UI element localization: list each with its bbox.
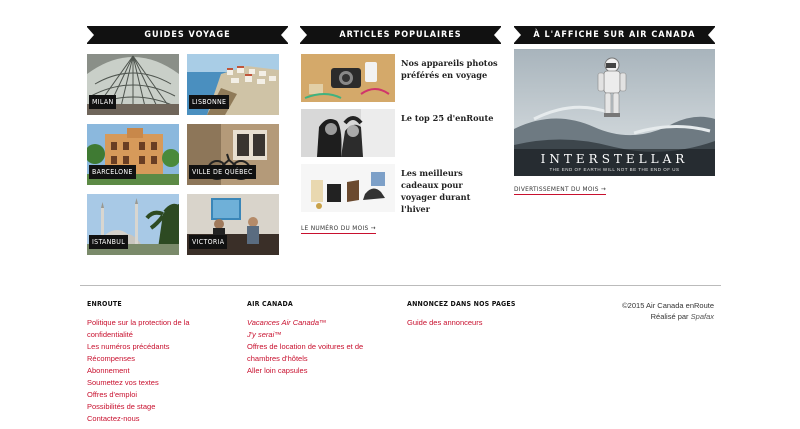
realise-par: Réalisé par Spafax — [622, 311, 714, 322]
article-thumb-camera — [301, 54, 395, 102]
divertissement-link[interactable]: DIVERTISSEMENT DU MOIS → — [514, 185, 607, 195]
guide-label-istanbul: ISTANBUL — [89, 235, 129, 249]
copyright-text: ©2015 Air Canada enRoute — [622, 301, 714, 310]
article-title-cadeaux[interactable]: Les meilleurs cadeaux pour voyager duran… — [401, 167, 501, 215]
article-title-appareils[interactable]: Nos appareils photos préférés en voyage — [401, 57, 501, 81]
article-item-cadeaux[interactable]: Les meilleurs cadeaux pour voyager duran… — [301, 164, 501, 215]
guide-label-lisbonne: LISBONNE — [189, 95, 230, 109]
footer-link-capsules[interactable]: Aller loin capsules — [247, 365, 377, 377]
footer-heading-annoncez: ANNONCEZ DANS NOS PAGES — [407, 300, 516, 308]
interstellar-poster[interactable]: INTERSTELLAR THE END OF EARTH WILL NOT B… — [514, 49, 715, 176]
footer-link-confidentialite[interactable]: Politique sur la protection de la confid… — [87, 317, 212, 341]
footer-link-stage[interactable]: Possibilités de stage — [87, 401, 212, 413]
article-thumb-couple — [301, 109, 395, 157]
footer-link-contact[interactable]: Contactez-nous — [87, 413, 212, 425]
footer-link-location[interactable]: Offres de location de voitures et de cha… — [247, 341, 377, 365]
guide-tile-milan[interactable]: MILAN — [87, 54, 179, 115]
footer-link-recompenses[interactable]: Récompenses — [87, 353, 212, 365]
footer-copyright: ©2015 Air Canada enRoute Réalisé par Spa… — [622, 300, 714, 322]
footer-divider — [80, 285, 721, 286]
poster-title: INTERSTELLAR — [540, 152, 689, 166]
guide-tile-barcelone[interactable]: BARCELONE — [87, 124, 179, 185]
footer-link-vacances[interactable]: Vacances Air Canada™ — [247, 317, 377, 329]
guide-tile-quebec[interactable]: VILLE DE QUÉBEC — [187, 124, 279, 185]
affiche-heading: À L'AFFICHE SUR AIR CANADA — [513, 26, 716, 44]
article-item-appareils[interactable]: Nos appareils photos préférés en voyage — [301, 54, 501, 102]
guide-tile-istanbul[interactable]: ISTANBUL — [87, 194, 179, 255]
footer-col-enroute: ENROUTE Politique sur la protection de l… — [87, 300, 212, 425]
numero-du-mois-link[interactable]: LE NUMÉRO DU MOIS → — [301, 224, 376, 234]
footer-link-abonnement[interactable]: Abonnement — [87, 365, 212, 377]
footer-col-aircanada: AIR CANADA Vacances Air Canada™ J'y sera… — [247, 300, 377, 377]
guide-label-quebec: VILLE DE QUÉBEC — [189, 165, 256, 179]
guide-label-victoria: VICTORIA — [189, 235, 228, 249]
guide-tile-lisbonne[interactable]: LISBONNE — [187, 54, 279, 115]
guides-voyage-heading: GUIDES VOYAGE — [86, 26, 289, 44]
realise-prefix: Réalisé par — [650, 312, 689, 321]
article-thumb-gifts — [301, 164, 395, 212]
guide-tile-victoria[interactable]: VICTORIA — [187, 194, 279, 255]
footer-link-jyserai[interactable]: J'y serai™ — [247, 329, 377, 341]
footer-col-annoncez: ANNONCEZ DANS NOS PAGES Guide des annonc… — [407, 300, 537, 329]
footer-heading-enroute: ENROUTE — [87, 300, 122, 308]
article-item-top25[interactable]: Le top 25 d'enRoute — [301, 109, 501, 157]
spafax-link[interactable]: Spafax — [691, 312, 714, 321]
articles-populaires-heading: ARTICLES POPULAIRES — [299, 26, 502, 44]
guide-label-milan: MILAN — [89, 95, 117, 109]
footer-link-soumettez[interactable]: Soumettez vos textes — [87, 377, 212, 389]
footer-heading-aircanada: AIR CANADA — [247, 300, 293, 308]
poster-tagline: THE END OF EARTH WILL NOT BE THE END OF … — [549, 167, 680, 172]
guide-label-barcelone: BARCELONE — [89, 165, 136, 179]
footer-link-annonceurs[interactable]: Guide des annonceurs — [407, 317, 537, 329]
article-title-top25[interactable]: Le top 25 d'enRoute — [401, 112, 501, 124]
footer-link-numeros[interactable]: Les numéros précédants — [87, 341, 212, 353]
footer-link-emploi[interactable]: Offres d'emploi — [87, 389, 212, 401]
